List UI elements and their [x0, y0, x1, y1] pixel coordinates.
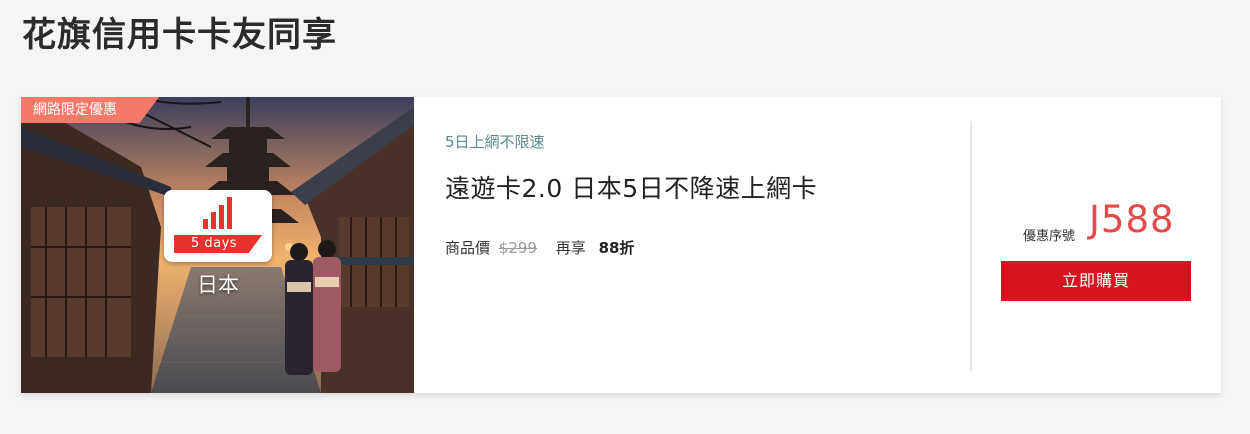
signal-bars-icon [203, 197, 232, 229]
product-subtitle: 5日上網不限速 [445, 133, 545, 151]
original-price: $299 [498, 239, 537, 257]
online-exclusive-ribbon: 網路限定優惠 [21, 97, 159, 123]
buy-now-button[interactable]: 立即購買 [1001, 261, 1191, 301]
product-title[interactable]: 遠遊卡2.0 日本5日不降速上網卡 [445, 169, 817, 205]
sim-card-badge: 5 days [164, 190, 272, 262]
days-label: 5 days [174, 235, 262, 253]
divider [970, 121, 972, 371]
discount-value: 88折 [598, 239, 635, 257]
share-label: 再享 [555, 239, 586, 257]
country-label: 日本 [197, 273, 239, 297]
product-image[interactable]: 網路限定優惠 5 days 日本 [21, 97, 414, 393]
promo-code: J588 [1089, 198, 1175, 241]
offer-card: 網路限定優惠 5 days 日本 5日上網不限速 遠遊卡2.0 日本5日不降速上… [21, 97, 1221, 393]
price-row: 商品價 $299 再享 88折 [445, 237, 634, 258]
page-title: 花旗信用卡卡友同享 [22, 15, 337, 55]
price-label: 商品價 [445, 239, 491, 257]
promo-code-label: 優惠序號 [1023, 229, 1076, 244]
